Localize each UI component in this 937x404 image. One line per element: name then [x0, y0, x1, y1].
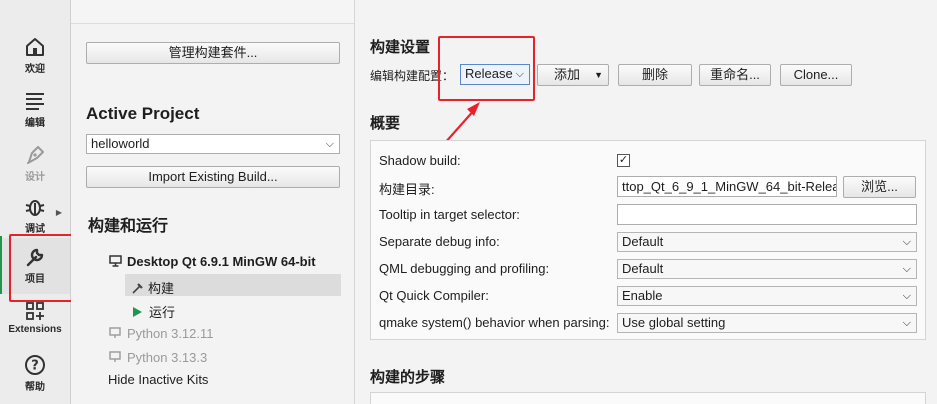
qml-debug-label: QML debugging and profiling: — [379, 261, 550, 276]
chevron-down-icon: ⌵ — [902, 290, 911, 302]
kit-name: Python 3.12.11 — [127, 326, 214, 341]
help-icon: ? — [25, 355, 45, 375]
separate-debug-value: Default — [622, 234, 664, 249]
svg-text:?: ? — [31, 359, 39, 374]
chevron-down-icon: ⌵ — [325, 138, 334, 150]
mode-sidebar: 欢迎 编辑 设计 调试 ▶ 项目 Extensions ? 帮助 — [0, 0, 71, 404]
qt-quick-compiler-select[interactable]: Enable ⌵ — [617, 286, 917, 306]
qmake-behavior-value: Use global setting — [622, 315, 726, 330]
kit-name: Python 3.13.3 — [127, 350, 208, 365]
mode-label: 调试 — [25, 224, 45, 235]
tooltip-selector-input[interactable] — [617, 204, 917, 225]
separate-debug-select[interactable]: Default ⌵ — [617, 232, 917, 252]
tree-item-build[interactable]: 构建 — [131, 278, 174, 297]
dropdown-arrow-icon: ▼ — [594, 70, 603, 80]
build-settings-title: 构建设置 — [370, 39, 431, 56]
qmake-behavior-select[interactable]: Use global setting ⌵ — [617, 313, 917, 333]
separate-debug-label: Separate debug info: — [379, 234, 500, 249]
add-config-button[interactable]: 添加 ▼ — [537, 64, 609, 86]
tooltip-selector-label: Tooltip in target selector: — [379, 207, 520, 222]
qml-debug-select[interactable]: Default ⌵ — [617, 259, 917, 279]
qml-debug-value: Default — [622, 261, 664, 276]
kit-name: Desktop Qt 6.9.1 MinGW 64-bit — [127, 254, 316, 269]
qt-quick-compiler-label: Qt Quick Compiler: — [379, 288, 489, 303]
kit-item-desktop-qt[interactable]: Desktop Qt 6.9.1 MinGW 64-bit — [109, 254, 316, 269]
annotation-highlight-config — [438, 36, 535, 101]
clone-config-button[interactable]: Clone... — [780, 64, 852, 86]
add-config-label: 添加 — [554, 67, 581, 82]
shadow-build-label: Shadow build: — [379, 153, 461, 168]
overview-title: 概要 — [370, 115, 401, 132]
pen-icon — [27, 146, 44, 164]
edit-lines-icon — [26, 93, 44, 110]
tree-item-run-label: 运行 — [149, 305, 176, 320]
monitor-icon — [109, 327, 121, 338]
build-dir-input[interactable]: ttop_Qt_6_9_1_MinGW_64_bit-Release — [617, 176, 837, 197]
mode-extensions[interactable]: Extensions — [0, 300, 70, 335]
overview-settings-box: Shadow build: ✓ 构建目录: ttop_Qt_6_9_1_MinG… — [370, 140, 926, 340]
mode-label: Extensions — [8, 324, 62, 335]
mode-help[interactable]: ? 帮助 — [0, 354, 70, 393]
home-icon — [26, 38, 44, 56]
build-steps-title: 构建的步骤 — [370, 369, 446, 386]
mode-label: 编辑 — [25, 118, 45, 129]
annotation-highlight-projects — [9, 234, 76, 302]
import-existing-build-button[interactable]: Import Existing Build... — [86, 166, 340, 188]
run-icon — [133, 307, 142, 317]
build-settings-panel: 构建设置 编辑构建配置： Release ⌵ 添加 ▼ 删除 重命名... Cl… — [356, 0, 937, 404]
project-panel-toolbar — [71, 0, 354, 24]
build-run-heading: 构建和运行 — [88, 218, 169, 235]
monitor-icon — [109, 255, 122, 267]
active-project-select[interactable]: helloworld ⌵ — [86, 134, 340, 154]
tree-item-build-label: 构建 — [148, 281, 175, 296]
delete-config-button[interactable]: 删除 — [618, 64, 692, 86]
browse-button[interactable]: 浏览... — [843, 176, 916, 198]
active-project-heading: Active Project — [86, 104, 200, 123]
kit-item-python-3-13[interactable]: Python 3.13.3 — [109, 350, 207, 365]
build-steps-box — [370, 392, 926, 404]
kit-item-python-3-12[interactable]: Python 3.12.11 — [109, 326, 214, 341]
mode-welcome[interactable]: 欢迎 — [0, 36, 70, 75]
extensions-icon — [26, 302, 44, 320]
rename-config-button[interactable]: 重命名... — [699, 64, 771, 86]
bug-icon — [25, 200, 45, 216]
chevron-down-icon: ⌵ — [902, 236, 911, 248]
mode-label: 设计 — [25, 172, 45, 183]
project-panel: 管理构建套件... Active Project helloworld ⌵ Im… — [71, 0, 355, 404]
hammer-icon — [132, 283, 143, 294]
active-mode-indicator — [0, 236, 2, 294]
qmake-behavior-label: qmake system() behavior when parsing: — [379, 315, 610, 330]
active-project-value: helloworld — [91, 136, 150, 151]
manage-kits-button[interactable]: 管理构建套件... — [86, 42, 340, 64]
mode-edit[interactable]: 编辑 — [0, 90, 70, 129]
mode-label: 帮助 — [25, 382, 45, 393]
build-dir-label: 构建目录: — [379, 182, 435, 197]
monitor-icon — [109, 351, 121, 362]
mode-label: 欢迎 — [25, 64, 45, 75]
mode-debug-arrow-icon[interactable]: ▶ — [56, 208, 62, 217]
tree-item-run[interactable]: 运行 — [131, 302, 175, 321]
shadow-build-checkbox[interactable]: ✓ — [617, 154, 630, 167]
chevron-down-icon: ⌵ — [902, 263, 911, 275]
chevron-down-icon: ⌵ — [902, 317, 911, 329]
qt-quick-compiler-value: Enable — [622, 288, 663, 303]
mode-design[interactable]: 设计 — [0, 144, 70, 183]
hide-inactive-kits-toggle[interactable]: Hide Inactive Kits — [108, 372, 208, 387]
